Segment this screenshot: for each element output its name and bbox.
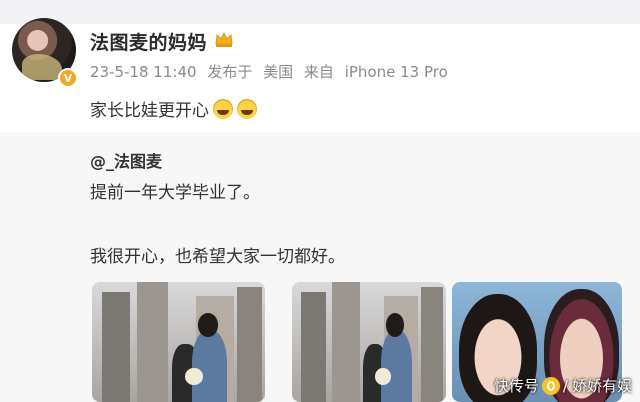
post-meta: 23-5-18 11:40 发布于 美国 来自 iPhone 13 Pro [90, 61, 454, 82]
post-device: iPhone 13 Pro [344, 63, 448, 81]
watermark-separator: / [562, 376, 568, 395]
laugh-emoji-icon [213, 98, 233, 119]
watermark: 快传号 / 娇娇有娱 [494, 375, 632, 396]
post-date[interactable]: 23-5-18 11:40 [90, 63, 197, 81]
repost-photo-2[interactable] [292, 282, 446, 402]
repost-text-line-1: 提前一年大学毕业了。 [90, 183, 260, 203]
repost-text-line-2: 我很开心，也希望大家一切都好。 [90, 247, 345, 267]
crown-icon [215, 31, 233, 47]
post-text: 家长比娃更开心 [90, 96, 257, 121]
weibo-post: V 法图麦的妈妈 23-5-18 11:40 发布于 美国 来自 iPhone … [0, 0, 640, 402]
repost-photo-1[interactable] [92, 282, 265, 402]
watermark-author: 娇娇有娱 [571, 377, 632, 395]
laugh-emoji-icon [237, 98, 257, 119]
watermark-logo-icon [541, 376, 560, 395]
verified-badge-icon: V [58, 68, 78, 88]
watermark-source: 快传号 [493, 377, 539, 395]
repost-author[interactable]: @_法图麦 [90, 148, 162, 172]
published-from-label: 发布于 [207, 63, 253, 81]
post-location: 美国 [263, 63, 294, 81]
author-name[interactable]: 法图麦的妈妈 [90, 28, 207, 55]
post-text-content: 家长比娃更开心 [90, 101, 209, 121]
device-label: 来自 [303, 63, 334, 81]
